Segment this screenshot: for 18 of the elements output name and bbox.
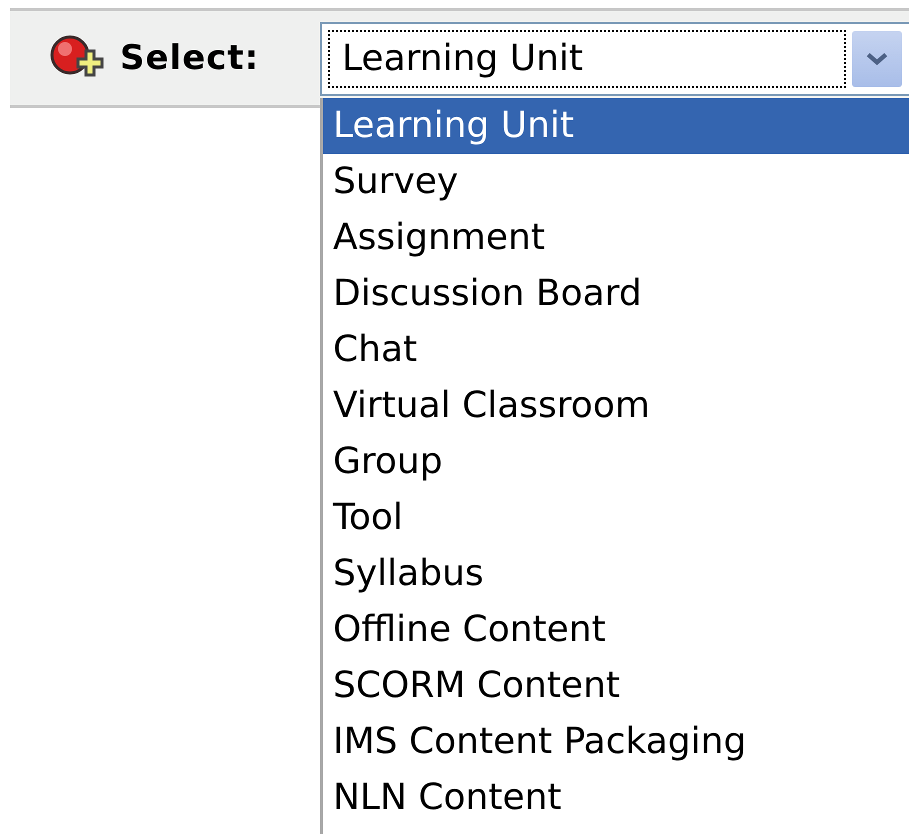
- dropdown-option[interactable]: Learning Unit: [323, 98, 909, 154]
- dropdown-option[interactable]: Chat: [323, 322, 909, 378]
- dropdown-field[interactable]: Learning Unit: [320, 22, 909, 96]
- selected-value: Learning Unit: [328, 30, 846, 88]
- dropdown-option[interactable]: Offline Content: [323, 602, 909, 658]
- dropdown-option[interactable]: Survey: [323, 154, 909, 210]
- dropdown-button[interactable]: [852, 31, 902, 87]
- dropdown-option[interactable]: NLN Content: [323, 770, 909, 826]
- dropdown-option[interactable]: Syllabus: [323, 546, 909, 602]
- dropdown-option[interactable]: SCORM Content: [323, 658, 909, 714]
- dropdown-option[interactable]: Group: [323, 434, 909, 490]
- dropdown-option[interactable]: Assignment: [323, 210, 909, 266]
- dropdown-option[interactable]: Discussion Board: [323, 266, 909, 322]
- select-label: Select:: [120, 38, 260, 78]
- dropdown-option[interactable]: Virtual Classroom: [323, 378, 909, 434]
- chevron-down-icon: [866, 52, 888, 66]
- dropdown-option[interactable]: IMS Content Packaging: [323, 714, 909, 770]
- dropdown-option[interactable]: Tool: [323, 490, 909, 546]
